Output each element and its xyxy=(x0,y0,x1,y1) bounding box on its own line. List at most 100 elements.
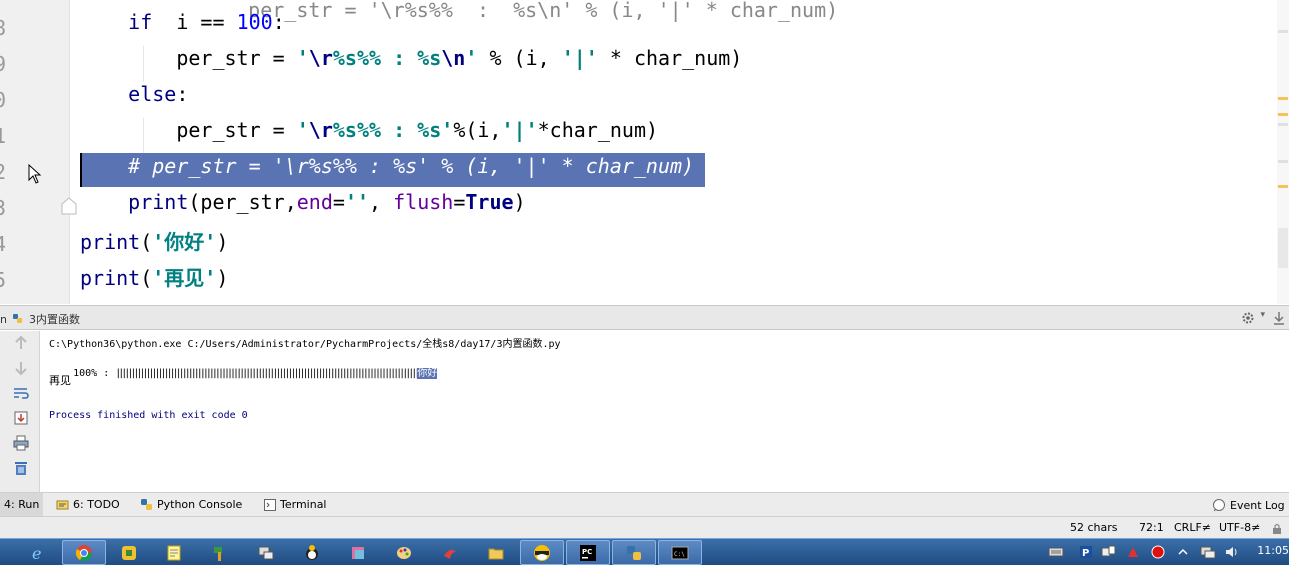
code-line[interactable]: if i == 100: xyxy=(80,10,1269,46)
network-icon[interactable] xyxy=(244,540,288,565)
keyboard-icon[interactable] xyxy=(1048,544,1064,560)
error-stripe[interactable] xyxy=(1277,0,1289,304)
run-panel-title: n 3内置函数 xyxy=(0,311,80,327)
soft-wrap-icon[interactable] xyxy=(12,384,30,402)
pycharm-icon[interactable]: PC xyxy=(566,540,610,565)
python-icon xyxy=(141,499,152,510)
record-icon[interactable] xyxy=(1150,544,1166,560)
line-number: 1 xyxy=(0,124,7,148)
print-icon[interactable] xyxy=(12,434,30,452)
code-token: end xyxy=(296,190,333,214)
network-tray-icon[interactable] xyxy=(1200,544,1216,560)
stripe-marker[interactable] xyxy=(1278,97,1288,100)
tab-todo[interactable]: 6: TODO xyxy=(56,498,120,511)
line-number: 4 xyxy=(0,232,7,256)
run-config-name[interactable]: 3内置函数 xyxy=(29,313,80,326)
line-number: 8 xyxy=(0,16,7,40)
line-number: 2 xyxy=(0,160,7,184)
code-token: %s%% : %s xyxy=(332,46,442,70)
code-token: = xyxy=(453,190,466,214)
code-token: print xyxy=(128,190,189,214)
tab-event-log-label: Event Log xyxy=(1230,498,1285,512)
console-exit-message: Process finished with exit code 0 xyxy=(49,410,248,421)
code-token: %s%% : %s' xyxy=(332,118,454,142)
stripe-marker[interactable] xyxy=(1278,185,1288,188)
line-number: 9 xyxy=(0,52,7,76)
code-line[interactable]: print('你好') xyxy=(80,226,1269,262)
mouse-cursor-icon xyxy=(28,164,42,184)
todo-icon xyxy=(56,500,69,509)
code-token: ) xyxy=(216,230,229,254)
cmd-icon[interactable]: C:\ xyxy=(658,540,702,565)
paint-icon[interactable] xyxy=(382,540,426,565)
stripe-marker[interactable] xyxy=(1278,160,1288,163)
chrome-icon[interactable] xyxy=(62,540,106,565)
volume-icon[interactable] xyxy=(1224,544,1240,560)
run-console[interactable]: C:\Python36\python.exe C:/Users/Administ… xyxy=(41,331,1289,492)
gear-dropdown-icon[interactable]: ▾ xyxy=(1260,310,1265,320)
tool-icon[interactable] xyxy=(198,540,242,565)
tab-python-console[interactable]: Python Console xyxy=(140,498,242,511)
code-token: : xyxy=(176,82,189,106)
stripe-marker[interactable] xyxy=(1278,30,1288,33)
code-token: ( xyxy=(140,266,153,290)
chat-icon[interactable] xyxy=(290,540,334,565)
devices-icon[interactable] xyxy=(1101,544,1117,560)
hide-panel-icon[interactable] xyxy=(1273,311,1285,325)
scroll-up-icon[interactable] xyxy=(12,334,30,352)
taskbar-clock[interactable]: 11:05 xyxy=(1257,544,1289,557)
media-icon[interactable] xyxy=(336,540,380,565)
tray-app-icon[interactable] xyxy=(1125,544,1141,560)
clear-all-icon[interactable] xyxy=(12,459,30,477)
code-token: ) xyxy=(216,266,229,290)
ie-icon[interactable]: e xyxy=(16,540,60,565)
stripe-marker[interactable] xyxy=(1278,113,1288,116)
notes-icon[interactable] xyxy=(152,540,196,565)
event-log-icon xyxy=(1213,499,1225,512)
code-line[interactable]: print(per_str,end='', flush=True) xyxy=(80,190,1269,226)
line-number-gutter: 8 9 0 1 2 3 4 5 xyxy=(0,0,70,304)
code-line[interactable]: per_str = '\r%s%% : %s'%(i,'|'*char_num) xyxy=(80,118,1269,154)
code-token: ) xyxy=(513,190,526,214)
code-line[interactable]: # per_str = '\r%s%% : %s' % (i, '|' * ch… xyxy=(80,154,1269,190)
python-taskbar-icon[interactable] xyxy=(612,540,656,565)
terminal-icon xyxy=(264,498,276,511)
code-token: \n xyxy=(441,46,466,70)
scroll-to-end-icon[interactable] xyxy=(12,409,30,427)
lock-icon[interactable] xyxy=(1272,523,1282,534)
p-app-icon[interactable]: P xyxy=(1078,544,1094,560)
status-caret-position[interactable]: 72:1 xyxy=(1139,521,1164,534)
app-icon[interactable] xyxy=(107,540,151,565)
avatar-app-icon[interactable] xyxy=(520,540,564,565)
stripe-marker[interactable] xyxy=(1278,123,1288,126)
code-editor[interactable]: 8 9 0 1 2 3 4 5 per_str = '\r%s%% : %s\n… xyxy=(0,0,1289,304)
line-number: 0 xyxy=(0,88,7,112)
tab-terminal[interactable]: Terminal xyxy=(264,498,327,511)
code-token: = xyxy=(332,190,345,214)
explorer-icon[interactable] xyxy=(474,540,518,565)
code-token: %(i, xyxy=(453,118,502,142)
stripe-scroll-thumb[interactable] xyxy=(1278,228,1288,268)
app-red-icon[interactable] xyxy=(428,540,472,565)
status-line-separator[interactable]: CRLF≠ xyxy=(1174,521,1211,534)
show-hidden-icons[interactable] xyxy=(1175,544,1191,560)
tab-run[interactable]: 4: Run xyxy=(0,493,44,517)
code-token: ' xyxy=(296,46,309,70)
fold-marker-icon[interactable] xyxy=(60,196,78,216)
code-token: * char_num) xyxy=(597,46,743,70)
console-output-line: 再见 xyxy=(49,374,71,387)
code-line[interactable]: per_str = '\r%s%% : %s\n' % (i, '|' * ch… xyxy=(80,46,1269,82)
line-number: 3 xyxy=(0,196,7,220)
progress-bars: ||||||||||||||||||||||||||||||||||||||||… xyxy=(115,368,420,379)
status-encoding[interactable]: UTF-8≠ xyxy=(1219,521,1260,534)
tab-event-log[interactable]: Event Log xyxy=(1212,498,1285,512)
code-token: print xyxy=(80,230,141,254)
scroll-down-icon[interactable] xyxy=(12,359,30,377)
code-line[interactable]: else: xyxy=(80,82,1269,118)
code-token: , xyxy=(369,190,394,214)
status-bar: 52 chars 72:1 CRLF≠ UTF-8≠ xyxy=(0,516,1289,538)
code-line[interactable]: print('再见') xyxy=(80,262,1269,298)
gear-icon[interactable] xyxy=(1241,311,1255,325)
